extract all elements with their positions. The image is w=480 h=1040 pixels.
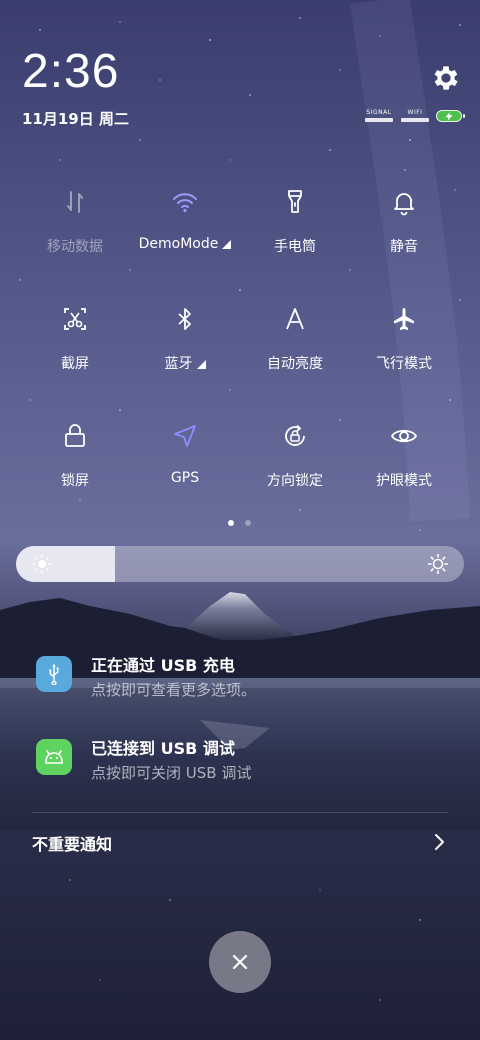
wifi-label: WIFI <box>407 109 423 116</box>
clear-all-button[interactable] <box>209 931 271 993</box>
tile-auto-brightness[interactable]: 自动亮度 <box>240 305 350 395</box>
auto-brightness-icon <box>286 308 304 330</box>
signal-bar <box>365 118 393 122</box>
brightness-high-icon <box>428 554 448 574</box>
clock-time: 2:36 <box>22 45 120 98</box>
usb-icon <box>36 656 72 692</box>
tile-label: 静音 <box>390 239 418 255</box>
tile-label: 截屏 <box>61 356 89 372</box>
unimportant-notifications-label[interactable]: 不重要通知 <box>32 831 112 855</box>
tile-label: 锁屏 <box>61 473 89 489</box>
page-indicator <box>228 520 251 526</box>
tile-mute[interactable]: 静音 <box>349 188 459 278</box>
battery-charging-icon <box>436 110 465 122</box>
gear-icon[interactable] <box>430 62 462 94</box>
status-indicators: SIGNAL WIFI <box>364 109 465 122</box>
notification-usb-debugging[interactable]: 已连接到 USB 调试 点按即可关闭 USB 调试 <box>36 735 456 785</box>
tile-label: DemoMode <box>139 236 232 252</box>
page-dot-active[interactable] <box>228 520 234 526</box>
tile-label: 手电筒 <box>274 239 316 255</box>
divider <box>32 812 448 813</box>
page-dot[interactable] <box>245 520 251 526</box>
tile-airplane-mode[interactable]: 飞行模式 <box>349 305 459 395</box>
screenshot-icon <box>64 308 86 330</box>
tile-eye-comfort[interactable]: 护眼模式 <box>349 422 459 512</box>
chevron-right-icon[interactable] <box>430 831 450 853</box>
notification-title: 已连接到 USB 调试 <box>91 739 235 758</box>
expand-triangle-icon[interactable] <box>196 360 206 369</box>
tile-rotation-lock[interactable]: 方向锁定 <box>240 422 350 512</box>
brightness-low-icon <box>32 554 52 574</box>
notification-subtitle: 点按即可关闭 USB 调试 <box>91 764 252 782</box>
tile-bluetooth[interactable]: 蓝牙 <box>130 305 240 395</box>
signal-indicator: SIGNAL <box>364 109 394 122</box>
notification-usb-charging[interactable]: 正在通过 USB 充电 点按即可查看更多选项。 <box>36 652 456 702</box>
tile-mobile-data[interactable]: 移动数据 <box>20 188 130 278</box>
tile-label: GPS <box>170 470 200 486</box>
tile-label: 移动数据 <box>47 239 103 255</box>
bell-icon <box>394 193 414 216</box>
brightness-slider[interactable] <box>16 546 464 582</box>
airplane-icon <box>394 308 414 330</box>
android-debug-icon <box>36 739 72 775</box>
tile-wifi[interactable]: DemoMode <box>130 188 240 278</box>
tile-label: 自动亮度 <box>267 356 323 372</box>
notification-title: 正在通过 USB 充电 <box>91 656 235 675</box>
wifi-indicator: WIFI <box>400 109 430 122</box>
wifi-bar <box>401 118 429 122</box>
bluetooth-icon <box>178 308 191 330</box>
brightness-fill <box>16 546 115 582</box>
lock-icon <box>65 424 85 447</box>
rotation-lock-icon <box>285 424 305 446</box>
wifi-icon <box>173 193 197 213</box>
signal-label: SIGNAL <box>366 109 392 116</box>
gps-icon <box>174 425 196 447</box>
mobile-data-icon <box>67 191 83 213</box>
tile-label: 蓝牙 <box>165 353 206 373</box>
notification-subtitle: 点按即可查看更多选项。 <box>91 681 257 699</box>
wifi-network-name: DemoMode <box>138 236 219 252</box>
tile-label: 护眼模式 <box>376 473 432 489</box>
tile-lock-screen[interactable]: 锁屏 <box>20 422 130 512</box>
tile-label: 方向锁定 <box>267 473 323 489</box>
tile-label: 飞行模式 <box>376 356 432 372</box>
charging-bolt-icon <box>445 111 453 121</box>
date-label: 11月19日 周二 <box>22 110 129 128</box>
expand-triangle-icon[interactable] <box>222 240 232 249</box>
close-icon <box>232 954 248 970</box>
eye-icon <box>390 429 418 443</box>
tile-flashlight[interactable]: 手电筒 <box>240 188 350 278</box>
tile-gps[interactable]: GPS <box>130 422 240 512</box>
bluetooth-label: 蓝牙 <box>164 356 193 372</box>
tile-screenshot[interactable]: 截屏 <box>20 305 130 395</box>
flashlight-icon <box>288 190 302 213</box>
